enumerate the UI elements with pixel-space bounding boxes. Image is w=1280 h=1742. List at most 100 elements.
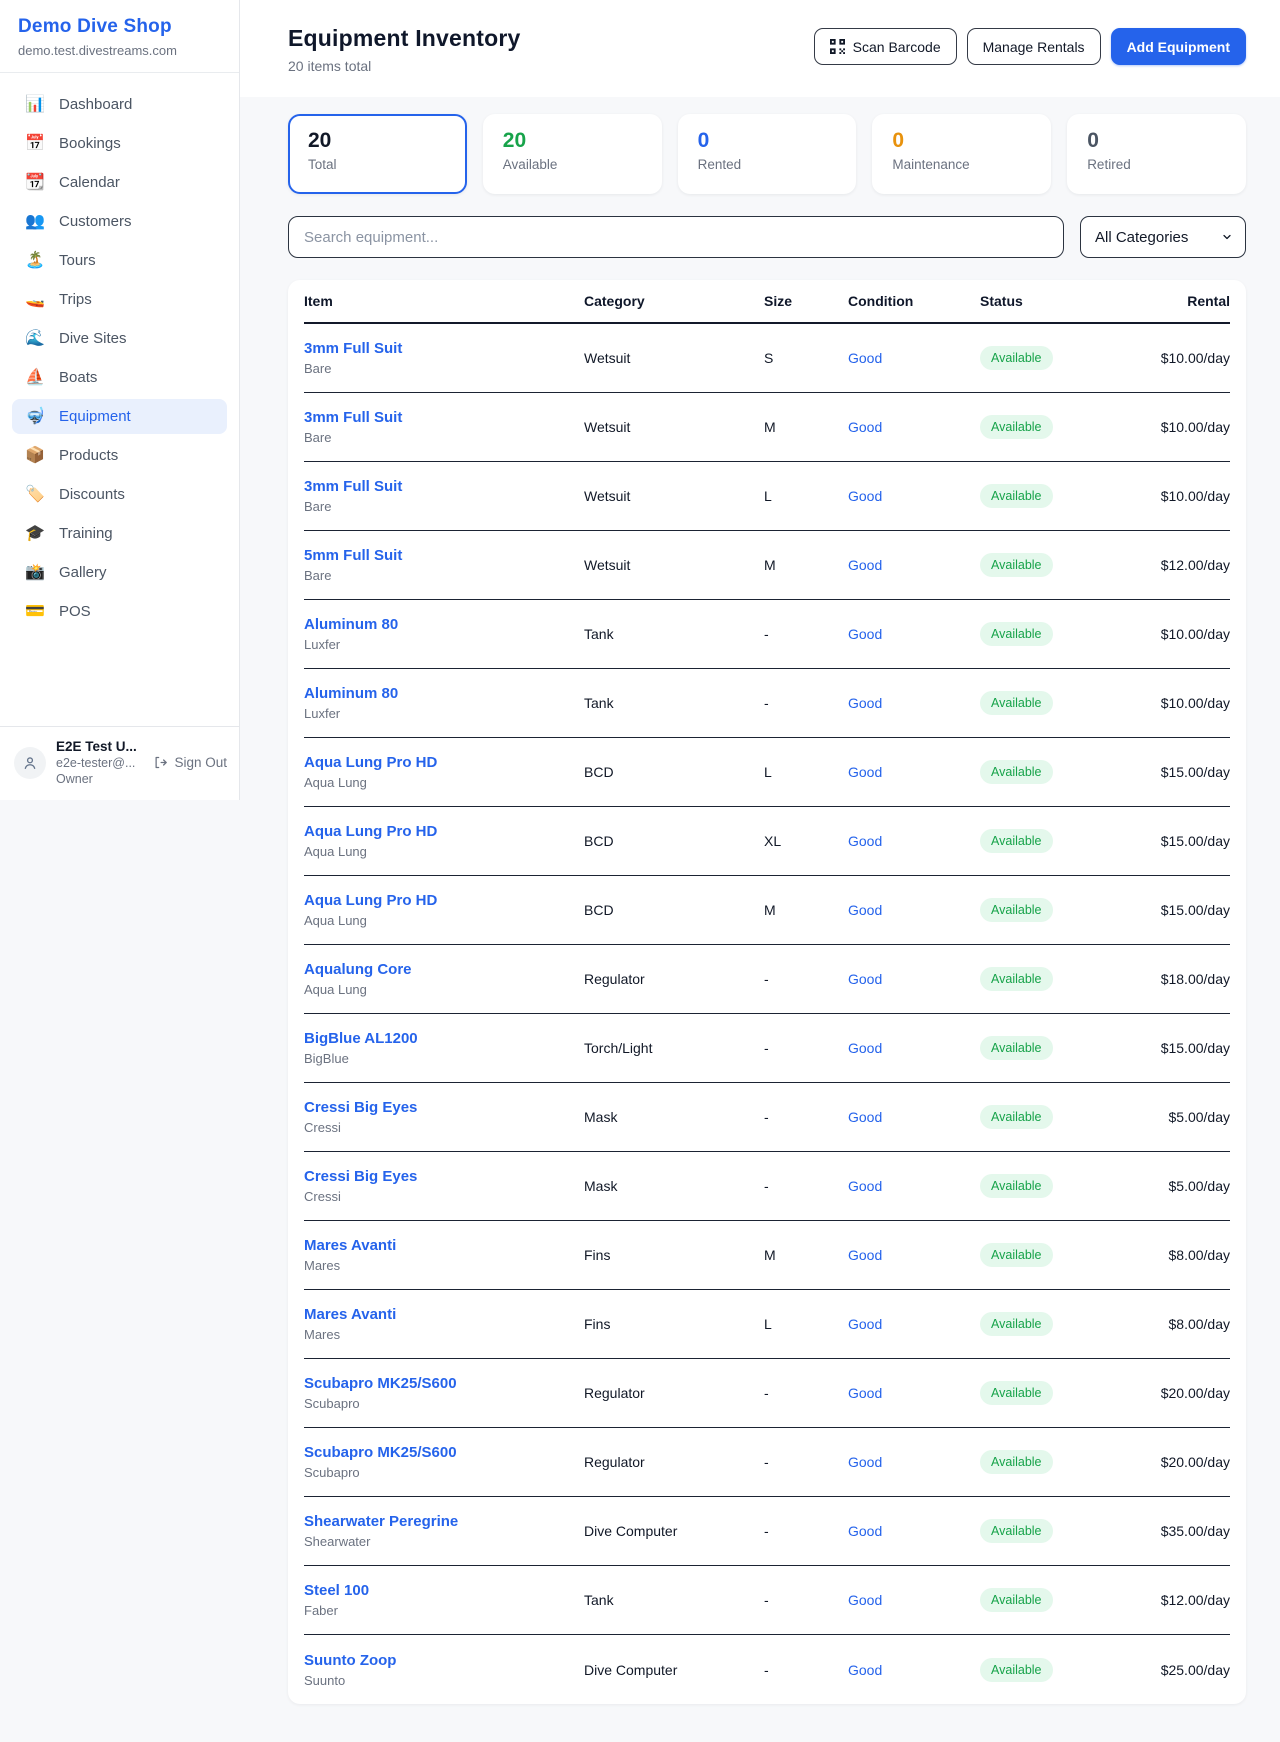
item-name-link[interactable]: 3mm Full Suit: [304, 478, 402, 495]
scan-barcode-button[interactable]: Scan Barcode: [814, 28, 957, 65]
item-condition: Good: [848, 557, 980, 573]
manage-rentals-button[interactable]: Manage Rentals: [967, 28, 1101, 65]
condition-link[interactable]: Good: [848, 419, 882, 435]
item-name-link[interactable]: Aluminum 80: [304, 616, 398, 633]
table-row: Aluminum 80 Luxfer Tank - Good Available…: [304, 600, 1230, 669]
stat-card-maintenance[interactable]: 0 Maintenance: [872, 114, 1051, 194]
item-size: M: [764, 902, 848, 918]
item-size: L: [764, 1316, 848, 1332]
sidebar-item-boats[interactable]: ⛵ Boats: [12, 360, 227, 395]
category-select[interactable]: All Categories: [1080, 216, 1246, 258]
condition-link[interactable]: Good: [848, 833, 882, 849]
sidebar-item-label: Trips: [59, 291, 92, 308]
add-equipment-button[interactable]: Add Equipment: [1111, 28, 1246, 65]
item-name-link[interactable]: BigBlue AL1200: [304, 1030, 418, 1047]
item-rental: $5.00/day: [1136, 1109, 1230, 1125]
user-name: E2E Test U...: [56, 739, 137, 754]
scan-barcode-label: Scan Barcode: [853, 39, 941, 55]
stat-card-available[interactable]: 20 Available: [483, 114, 662, 194]
sidebar-item-customers[interactable]: 👥 Customers: [12, 204, 227, 239]
item-name-link[interactable]: Cressi Big Eyes: [304, 1168, 417, 1185]
stat-card-retired[interactable]: 0 Retired: [1067, 114, 1246, 194]
item-name-link[interactable]: Aqualung Core: [304, 961, 412, 978]
stat-label: Maintenance: [892, 157, 1031, 172]
condition-link[interactable]: Good: [848, 695, 882, 711]
sidebar-item-calendar[interactable]: 📆 Calendar: [12, 165, 227, 200]
item-cell: Aqua Lung Pro HD Aqua Lung: [304, 823, 584, 859]
condition-link[interactable]: Good: [848, 1178, 882, 1194]
stat-value: 20: [503, 129, 642, 153]
item-name-link[interactable]: 5mm Full Suit: [304, 547, 402, 564]
item-name-link[interactable]: Mares Avanti: [304, 1237, 396, 1254]
condition-link[interactable]: Good: [848, 488, 882, 504]
condition-link[interactable]: Good: [848, 1662, 882, 1678]
item-size: -: [764, 1385, 848, 1401]
item-size: M: [764, 557, 848, 573]
condition-link[interactable]: Good: [848, 557, 882, 573]
condition-link[interactable]: Good: [848, 1247, 882, 1263]
item-name-link[interactable]: Shearwater Peregrine: [304, 1513, 458, 1530]
item-name-link[interactable]: Suunto Zoop: [304, 1652, 396, 1669]
stat-label: Rented: [698, 157, 837, 172]
search-input[interactable]: [288, 216, 1064, 258]
item-name-link[interactable]: Scubapro MK25/S600: [304, 1444, 457, 1461]
condition-link[interactable]: Good: [848, 1316, 882, 1332]
column-header: Item: [304, 293, 584, 309]
item-size: -: [764, 1109, 848, 1125]
item-name-link[interactable]: Aqua Lung Pro HD: [304, 892, 437, 909]
condition-link[interactable]: Good: [848, 1109, 882, 1125]
stat-card-rented[interactable]: 0 Rented: [678, 114, 857, 194]
status-badge: Available: [980, 1519, 1053, 1543]
condition-link[interactable]: Good: [848, 626, 882, 642]
condition-link[interactable]: Good: [848, 1523, 882, 1539]
sidebar-item-products[interactable]: 📦 Products: [12, 438, 227, 473]
condition-link[interactable]: Good: [848, 1040, 882, 1056]
condition-link[interactable]: Good: [848, 1454, 882, 1470]
sidebar-item-discounts[interactable]: 🏷️ Discounts: [12, 477, 227, 512]
item-category: Fins: [584, 1247, 764, 1263]
condition-link[interactable]: Good: [848, 350, 882, 366]
condition-link[interactable]: Good: [848, 1385, 882, 1401]
sidebar-item-training[interactable]: 🎓 Training: [12, 516, 227, 551]
sidebar-item-pos[interactable]: 💳 POS: [12, 594, 227, 629]
item-condition: Good: [848, 1385, 980, 1401]
item-brand: Aqua Lung: [304, 844, 584, 859]
item-name-link[interactable]: Aluminum 80: [304, 685, 398, 702]
sidebar-item-dive-sites[interactable]: 🌊 Dive Sites: [12, 321, 227, 356]
condition-link[interactable]: Good: [848, 902, 882, 918]
item-cell: Cressi Big Eyes Cressi: [304, 1099, 584, 1135]
item-name-link[interactable]: Mares Avanti: [304, 1306, 396, 1323]
item-brand: Mares: [304, 1327, 584, 1342]
item-size: -: [764, 1040, 848, 1056]
item-cell: Mares Avanti Mares: [304, 1237, 584, 1273]
item-name-link[interactable]: Steel 100: [304, 1582, 369, 1599]
item-name-link[interactable]: Aqua Lung Pro HD: [304, 823, 437, 840]
column-header: Status: [980, 293, 1136, 309]
item-condition: Good: [848, 488, 980, 504]
sidebar-item-dashboard[interactable]: 📊 Dashboard: [12, 87, 227, 122]
item-name-link[interactable]: Scubapro MK25/S600: [304, 1375, 457, 1392]
item-condition: Good: [848, 1247, 980, 1263]
sidebar-item-label: Calendar: [59, 174, 120, 191]
sidebar-item-trips[interactable]: 🚤 Trips: [12, 282, 227, 317]
condition-link[interactable]: Good: [848, 971, 882, 987]
condition-link[interactable]: Good: [848, 1592, 882, 1608]
equipment-table-body: 3mm Full Suit Bare Wetsuit S Good Availa…: [304, 324, 1230, 1704]
sign-out-button[interactable]: Sign Out: [153, 755, 227, 770]
item-cell: 3mm Full Suit Bare: [304, 340, 584, 376]
filter-row: All Categories: [288, 216, 1246, 258]
item-size: M: [764, 1247, 848, 1263]
item-name-link[interactable]: Cressi Big Eyes: [304, 1099, 417, 1116]
item-size: -: [764, 1592, 848, 1608]
sidebar-item-equipment[interactable]: 🤿 Equipment: [12, 399, 227, 434]
item-name-link[interactable]: 3mm Full Suit: [304, 409, 402, 426]
item-rental: $15.00/day: [1136, 833, 1230, 849]
stat-card-total[interactable]: 20 Total: [288, 114, 467, 194]
item-name-link[interactable]: Aqua Lung Pro HD: [304, 754, 437, 771]
sidebar-item-bookings[interactable]: 📅 Bookings: [12, 126, 227, 161]
sidebar-item-tours[interactable]: 🏝️ Tours: [12, 243, 227, 278]
sidebar-item-gallery[interactable]: 📸 Gallery: [12, 555, 227, 590]
item-name-link[interactable]: 3mm Full Suit: [304, 340, 402, 357]
item-rental: $15.00/day: [1136, 1040, 1230, 1056]
condition-link[interactable]: Good: [848, 764, 882, 780]
